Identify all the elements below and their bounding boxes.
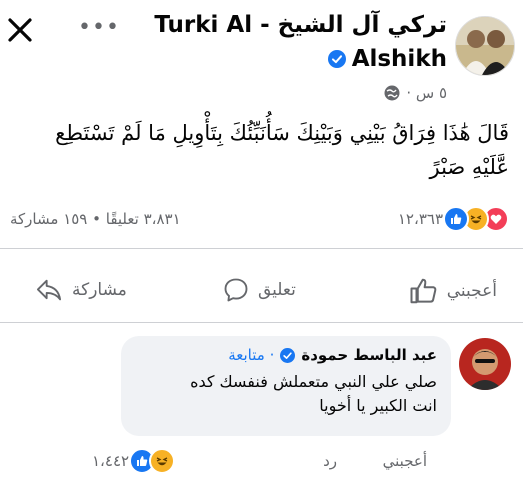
reaction-count: ١٢،٣٦٣ (397, 210, 443, 228)
author-name-continued[interactable]: Alshikh (327, 46, 447, 72)
comment-button[interactable]: تعليق (222, 276, 296, 304)
haha-reaction-icon (149, 448, 176, 474)
comment-like-button[interactable]: أعجبني (383, 452, 427, 470)
commenter-header: عبد الباسط حمودة · متابعة (228, 346, 437, 364)
comment-reaction-count: ١،٤٤٢ (92, 452, 130, 470)
reaction-icons (443, 206, 509, 232)
comment-reaction-icons (129, 448, 176, 474)
like-button[interactable]: أعجبني (409, 276, 497, 306)
commenter-avatar[interactable] (459, 338, 511, 390)
verified-icon (280, 347, 296, 363)
share-icon (36, 279, 62, 301)
author-avatar[interactable] (455, 16, 515, 76)
divider (0, 248, 523, 249)
author-name-line2: Alshikh (351, 46, 447, 72)
commenter-name[interactable]: عبد الباسط حمودة (301, 346, 437, 364)
comment-bubble: عبد الباسط حمودة · متابعة صلي علي النبي … (121, 336, 451, 436)
share-label: مشاركة (72, 280, 127, 300)
comment-line-1: صلي علي النبي متعملش فنفسك كده (190, 372, 437, 391)
verified-icon (327, 50, 346, 68)
reactions-summary[interactable]: ١٢،٣٦٣ (398, 206, 509, 232)
author-name[interactable]: تركي آل الشيخ - Turki Al (154, 12, 447, 38)
post-time[interactable]: ٥ س · (406, 84, 447, 102)
like-label: أعجبني (446, 281, 497, 301)
globe-icon (384, 85, 400, 101)
close-icon[interactable] (4, 14, 36, 46)
post-meta: ٥ س · (384, 84, 447, 102)
post-text: قَالَ هَٰذَا فِرَاقُ بَيْنِي وَبَيْنِكَ … (55, 121, 509, 179)
like-reaction-icon (443, 206, 469, 232)
more-options-button[interactable]: ••• (78, 17, 120, 39)
comment-reply-button[interactable]: رد (323, 452, 337, 470)
comments-shares-count[interactable]: ٣،٨٣١ تعليقًا • ١٥٩ مشاركة (10, 210, 181, 228)
comment-line-2: انت الكبير يا أخويا (319, 396, 437, 415)
comment-text: صلي علي النبي متعملش فنفسك كده انت الكبي… (132, 370, 437, 418)
divider (0, 322, 523, 323)
follow-button[interactable]: · متابعة (228, 346, 274, 364)
comment-label: تعليق (258, 280, 296, 300)
comment-icon (224, 278, 248, 302)
comment-reactions[interactable]: ١،٤٤٢ (92, 448, 176, 474)
like-icon (410, 278, 437, 304)
share-button[interactable]: مشاركة (34, 276, 127, 304)
